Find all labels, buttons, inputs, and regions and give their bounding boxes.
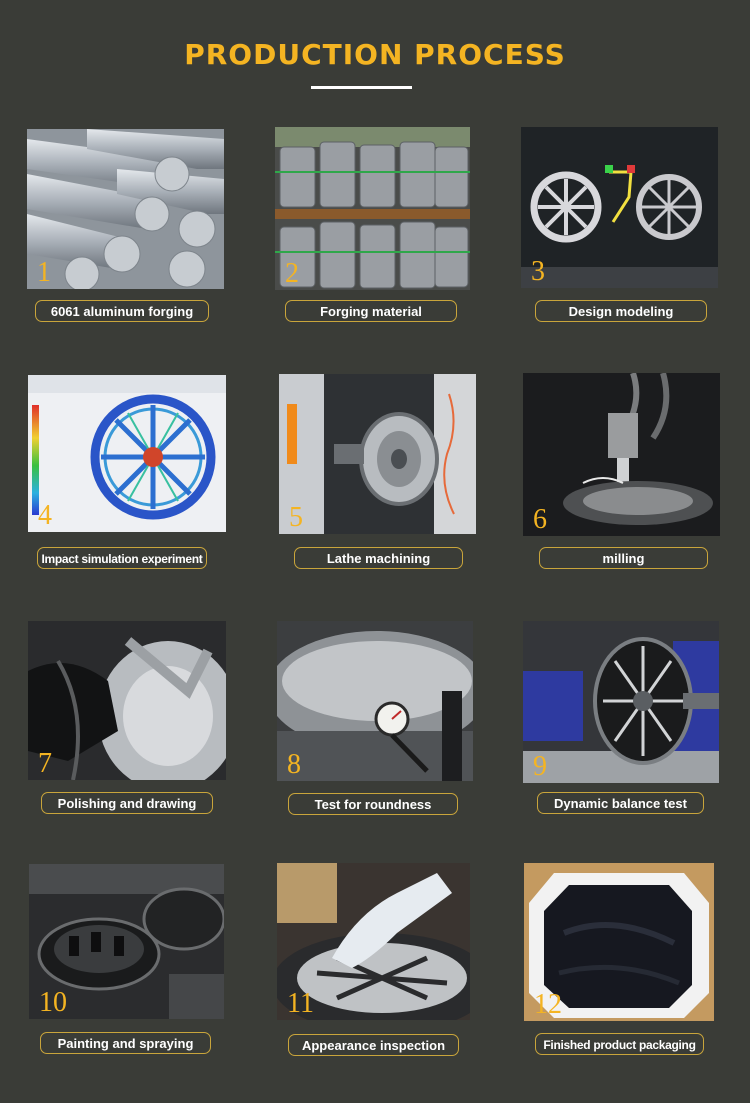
page-title: PRODUCTION PROCESS: [184, 38, 566, 71]
step-10-number: 10: [39, 987, 67, 1018]
step-2-number: 2: [285, 258, 299, 289]
step-4-photo: 4: [28, 375, 226, 532]
balance-test-image: [523, 621, 719, 783]
step-10-photo: 10: [29, 864, 224, 1019]
step-1-label: 6061 aluminum forging: [35, 300, 209, 322]
roundness-test-image: [277, 621, 473, 781]
step-12-label: Finished product packaging: [535, 1033, 704, 1055]
step-6-label: milling: [539, 547, 708, 569]
step-2-photo: 2: [275, 127, 470, 290]
step-5-label: Lathe machining: [294, 547, 463, 569]
step-11-label: Appearance inspection: [288, 1034, 459, 1056]
step-8-number: 8: [287, 749, 301, 780]
aluminum-bars-image: [27, 129, 224, 289]
lathe-image: [279, 374, 476, 534]
step-12-photo: 12: [524, 863, 714, 1021]
step-11-number: 11: [287, 988, 314, 1019]
step-12-number: 12: [534, 989, 562, 1020]
polishing-image: [28, 621, 226, 780]
simulation-image: [28, 375, 226, 532]
title-underline: [311, 86, 412, 89]
step-11-photo: 11: [277, 863, 470, 1020]
step-10-label: Painting and spraying: [40, 1032, 211, 1054]
step-9-label: Dynamic balance test: [537, 792, 704, 814]
design-modeling-image: [521, 127, 718, 288]
step-9-photo: 9: [523, 621, 719, 783]
step-8-label: Test for roundness: [288, 793, 458, 815]
step-4-label: Impact simulation experiment: [37, 547, 207, 569]
step-3-number: 3: [531, 256, 545, 287]
step-3-label: Design modeling: [535, 300, 707, 322]
step-9-number: 9: [533, 751, 547, 782]
step-3-photo: 3: [521, 127, 718, 288]
step-4-number: 4: [38, 500, 52, 531]
step-1-photo: 1: [27, 129, 224, 289]
forging-material-image: [275, 127, 470, 290]
step-7-number: 7: [38, 748, 52, 779]
milling-image: [523, 373, 720, 536]
step-5-photo: 5: [279, 374, 476, 534]
step-7-label: Polishing and drawing: [41, 792, 213, 814]
step-7-photo: 7: [28, 621, 226, 780]
step-1-number: 1: [37, 257, 51, 288]
step-8-photo: 8: [277, 621, 473, 781]
step-2-label: Forging material: [285, 300, 457, 322]
step-6-photo: 6: [523, 373, 720, 536]
step-6-number: 6: [533, 504, 547, 535]
step-5-number: 5: [289, 502, 303, 533]
